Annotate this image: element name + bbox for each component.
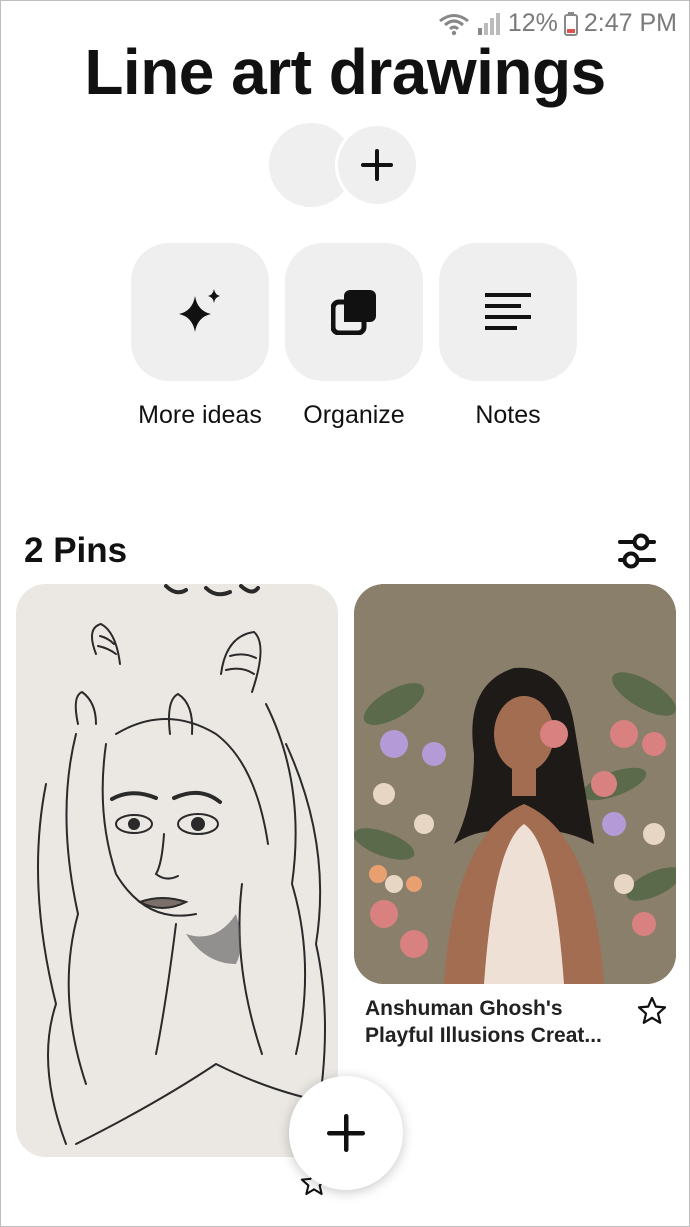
line-art-sketch-image xyxy=(16,584,338,1157)
notes-icon xyxy=(485,293,531,330)
signal-icon xyxy=(477,12,500,35)
sparkle-icon xyxy=(179,289,220,332)
board-actions: More ideas Organize Notes xyxy=(131,243,577,430)
organize-label: Organize xyxy=(303,401,405,429)
notes-action[interactable]: Notes xyxy=(439,243,577,430)
pin-title[interactable]: Anshuman Ghosh's Playful Illusions Creat… xyxy=(365,995,627,1049)
filter-button[interactable] xyxy=(615,531,659,571)
sliders-icon xyxy=(618,533,656,569)
pins-count: 2 Pins xyxy=(24,531,128,570)
more-ideas-action[interactable]: More ideas xyxy=(131,243,269,430)
wifi-icon xyxy=(438,13,469,35)
organize-action[interactable]: Organize xyxy=(285,243,423,430)
battery-icon xyxy=(563,11,578,36)
more-ideas-label: More ideas xyxy=(138,401,262,429)
board-title: Line art drawings xyxy=(84,36,606,108)
organize-button[interactable] xyxy=(285,243,423,381)
pin-title-line: Anshuman Ghosh's xyxy=(365,997,563,1020)
plus-icon xyxy=(361,149,393,181)
notes-label: Notes xyxy=(475,401,541,429)
plus-icon xyxy=(327,1114,365,1152)
flower-woman-illustration-image xyxy=(354,584,676,984)
pin-title-line: Playful Illusions Creat... xyxy=(365,1024,602,1047)
add-collaborator-button[interactable] xyxy=(335,123,419,207)
star-outline-icon xyxy=(637,996,667,1024)
save-pin-button[interactable] xyxy=(637,996,667,1031)
clock: 2:47 PM xyxy=(583,9,677,37)
add-pin-fab[interactable] xyxy=(289,1076,403,1190)
notes-button[interactable] xyxy=(439,243,577,381)
pin-card[interactable] xyxy=(16,584,338,1157)
status-icons: 12% 2:47 PM xyxy=(438,9,677,38)
collaborators xyxy=(269,123,421,207)
organize-icon xyxy=(331,290,376,335)
battery-percent: 12% xyxy=(507,9,558,37)
more-ideas-button[interactable] xyxy=(131,243,269,381)
pin-card[interactable] xyxy=(354,584,676,984)
